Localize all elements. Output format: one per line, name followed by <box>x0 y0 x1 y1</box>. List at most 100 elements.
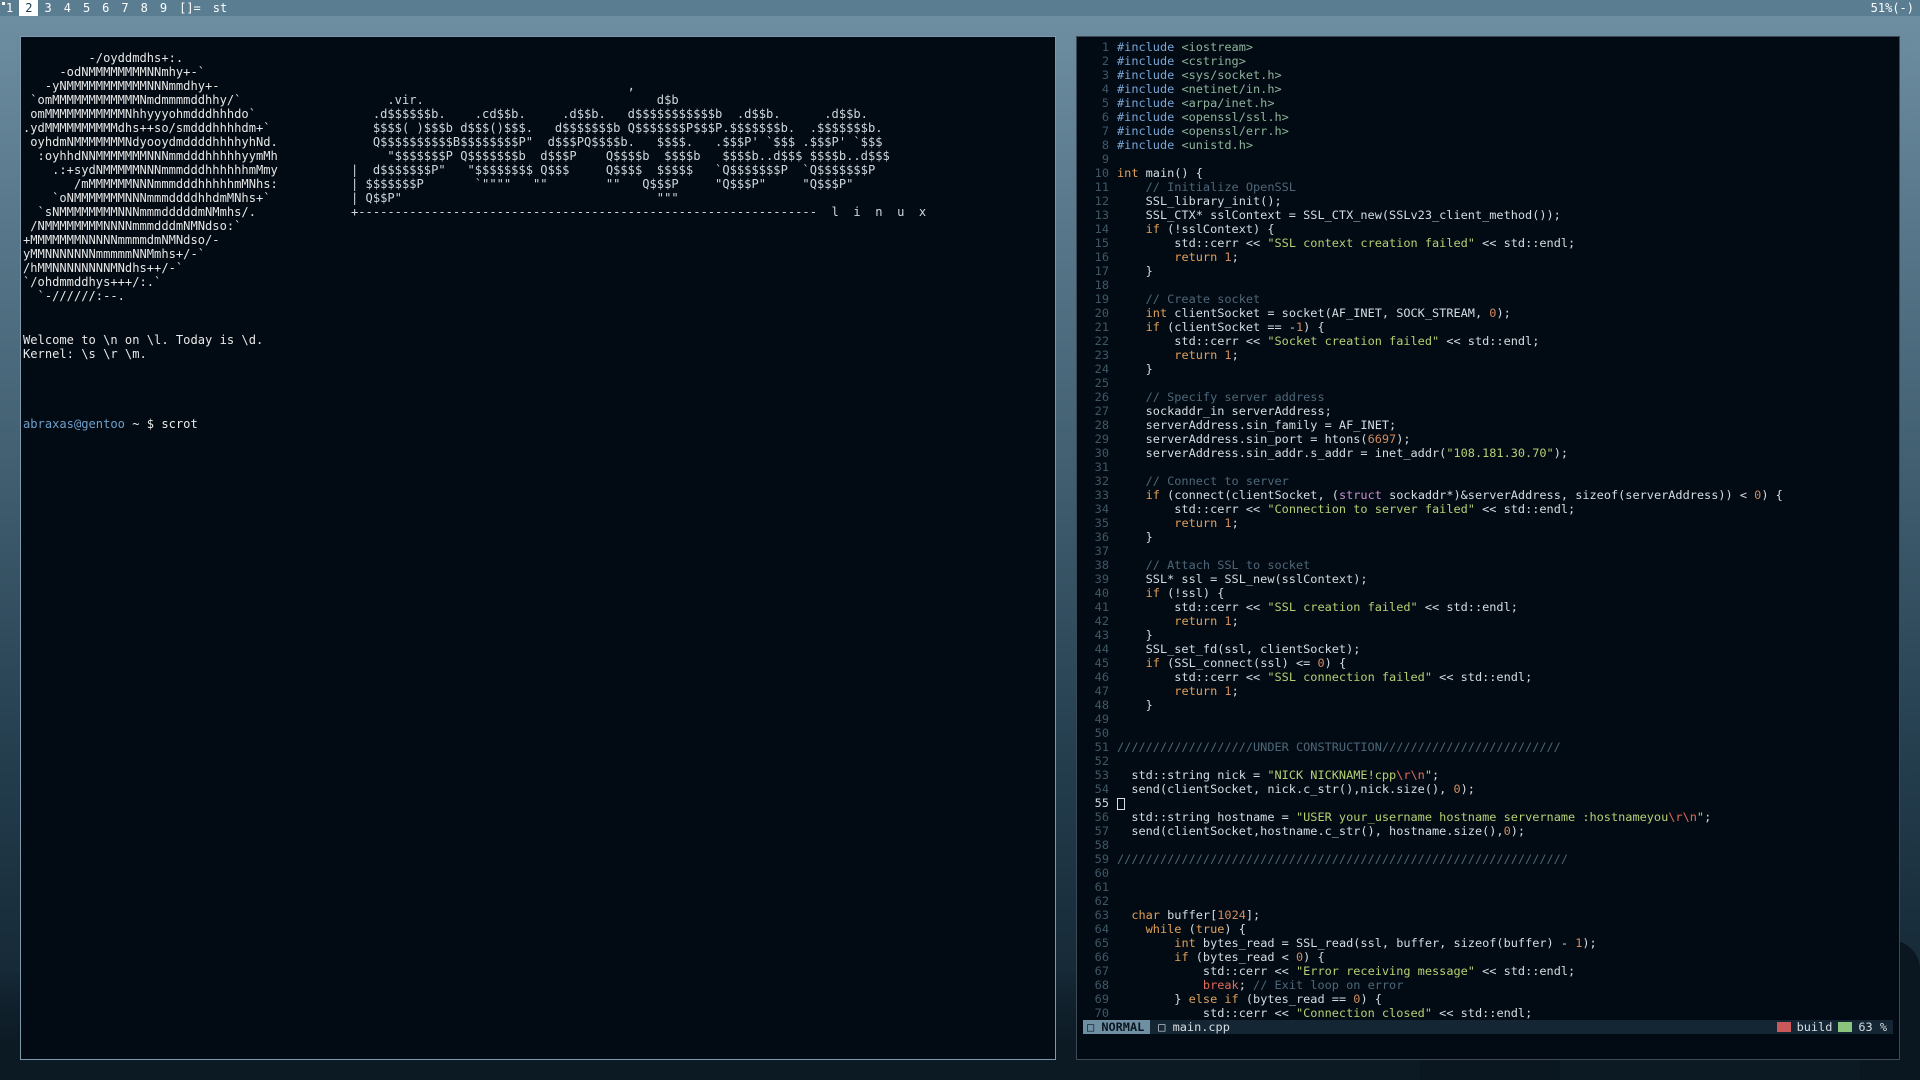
tag-1[interactable]: 1 <box>0 0 19 16</box>
code-line[interactable]: 20 int clientSocket = socket(AF_INET, SO… <box>1077 306 1900 320</box>
code-line[interactable]: 9 <box>1077 152 1900 166</box>
code-line[interactable]: 26 // Specify server address <box>1077 390 1900 404</box>
code-line[interactable]: 49 <box>1077 712 1900 726</box>
code-line[interactable]: 16 return 1; <box>1077 250 1900 264</box>
code-line[interactable]: 66 if (bytes_read < 0) { <box>1077 950 1900 964</box>
code-line[interactable]: 24 } <box>1077 362 1900 376</box>
code-line[interactable]: 7#include <openssl/err.h> <box>1077 124 1900 138</box>
code-line[interactable]: 15 std::cerr << "SSL context creation fa… <box>1077 236 1900 250</box>
code-line[interactable]: 30 serverAddress.sin_addr.s_addr = inet_… <box>1077 446 1900 460</box>
code-line[interactable]: 50 <box>1077 726 1900 740</box>
code-line[interactable]: 63 char buffer[1024]; <box>1077 908 1900 922</box>
code-line[interactable]: 3#include <sys/socket.h> <box>1077 68 1900 82</box>
code-line[interactable]: 58 <box>1077 838 1900 852</box>
code-line[interactable]: 28 serverAddress.sin_family = AF_INET; <box>1077 418 1900 432</box>
code-line[interactable]: 11 // Initialize OpenSSL <box>1077 180 1900 194</box>
code-line[interactable]: 31 <box>1077 460 1900 474</box>
code-token: 6697 <box>1368 432 1397 446</box>
code-line[interactable]: 13 SSL_CTX* sslContext = SSL_CTX_new(SSL… <box>1077 208 1900 222</box>
code-line[interactable]: 32 // Connect to server <box>1077 474 1900 488</box>
logo-line: omMMMMMMMMMMMNhhyyyohmdddhhhdo` <box>23 107 256 121</box>
code-token <box>1117 950 1174 964</box>
code-line[interactable]: 51///////////////////UNDER CONSTRUCTION/… <box>1077 740 1900 754</box>
tag-3[interactable]: 3 <box>38 0 57 16</box>
code-line[interactable]: 33 if (connect(clientSocket, (struct soc… <box>1077 488 1900 502</box>
code-line[interactable]: 42 return 1; <box>1077 614 1900 628</box>
code-line[interactable]: 35 return 1; <box>1077 516 1900 530</box>
code-line[interactable]: 18 <box>1077 278 1900 292</box>
code-token: send(clientSocket,hostname.c_str(), host… <box>1117 824 1504 838</box>
code-token: <arpa/inet.h> <box>1181 96 1274 110</box>
code-line[interactable]: 53 std::string nick = "NICK NICKNAME!cpp… <box>1077 768 1900 782</box>
code-line[interactable]: 55 <box>1077 796 1900 810</box>
code-line[interactable]: 17 } <box>1077 264 1900 278</box>
code-line[interactable]: 41 std::cerr << "SSL creation failed" <<… <box>1077 600 1900 614</box>
code-line[interactable]: 40 if (!ssl) { <box>1077 586 1900 600</box>
line-number: 5 <box>1077 96 1117 110</box>
code-line[interactable]: 21 if (clientSocket == -1) { <box>1077 320 1900 334</box>
code-line[interactable]: 56 std::string hostname = "USER your_use… <box>1077 810 1900 824</box>
code-line[interactable]: 34 std::cerr << "Connection to server fa… <box>1077 502 1900 516</box>
code-line[interactable]: 19 // Create socket <box>1077 292 1900 306</box>
code-line[interactable]: 43 } <box>1077 628 1900 642</box>
code-line[interactable]: 44 SSL_set_fd(ssl, clientSocket); <box>1077 642 1900 656</box>
line-number: 64 <box>1077 922 1117 936</box>
tag-4[interactable]: 4 <box>58 0 77 16</box>
code-line[interactable]: 37 <box>1077 544 1900 558</box>
code-line[interactable]: 47 return 1; <box>1077 684 1900 698</box>
code-line[interactable]: 8#include <unistd.h> <box>1077 138 1900 152</box>
line-number: 56 <box>1077 810 1117 824</box>
code-token: ; <box>1232 614 1239 628</box>
shell-prompt[interactable]: abraxas@gentoo ~ $ scrot <box>23 417 198 431</box>
code-token: if <box>1146 222 1160 236</box>
code-line[interactable]: 52 <box>1077 754 1900 768</box>
editor-window[interactable]: 1#include <iostream>2#include <cstring>3… <box>1076 36 1900 1060</box>
code-line[interactable]: 61 <box>1077 880 1900 894</box>
code-line[interactable]: 60 <box>1077 866 1900 880</box>
logo-line: /NMMMMMMMMNNNNmmmdddmNMNdso:` <box>23 219 241 233</box>
code-line[interactable]: 70 std::cerr << "Connection closed" << s… <box>1077 1006 1900 1020</box>
layout-indicator[interactable]: []= <box>173 0 207 16</box>
tag-7[interactable]: 7 <box>115 0 134 16</box>
code-line[interactable]: 1#include <iostream> <box>1077 40 1900 54</box>
code-line[interactable]: 5#include <arpa/inet.h> <box>1077 96 1900 110</box>
file-name: □ main.cpp <box>1150 1020 1230 1034</box>
code-line[interactable]: 67 std::cerr << "Error receiving message… <box>1077 964 1900 978</box>
code-line[interactable]: 25 <box>1077 376 1900 390</box>
tag-6[interactable]: 6 <box>96 0 115 16</box>
code-line[interactable]: 4#include <netinet/in.h> <box>1077 82 1900 96</box>
code-line[interactable]: 57 send(clientSocket,hostname.c_str(), h… <box>1077 824 1900 838</box>
code-view[interactable]: 1#include <iostream>2#include <cstring>3… <box>1077 40 1900 1020</box>
code-line[interactable]: 36 } <box>1077 530 1900 544</box>
terminal-window[interactable]: -/oyddmdhs+:. -odNMMMMMMMMNNmhy+-` -yNMM… <box>20 36 1056 1060</box>
code-line[interactable]: 38 // Attach SSL to socket <box>1077 558 1900 572</box>
code-line[interactable]: 69 } else if (bytes_read == 0) { <box>1077 992 1900 1006</box>
code-line[interactable]: 39 SSL* ssl = SSL_new(sslContext); <box>1077 572 1900 586</box>
code-line[interactable]: 29 serverAddress.sin_port = htons(6697); <box>1077 432 1900 446</box>
code-line[interactable]: 14 if (!sslContext) { <box>1077 222 1900 236</box>
code-line[interactable]: 54 send(clientSocket, nick.c_str(),nick.… <box>1077 782 1900 796</box>
code-line[interactable]: 22 std::cerr << "Socket creation failed"… <box>1077 334 1900 348</box>
code-token: ); <box>1511 824 1525 838</box>
code-line[interactable]: 23 return 1; <box>1077 348 1900 362</box>
code-line[interactable]: 2#include <cstring> <box>1077 54 1900 68</box>
code-line[interactable]: 27 sockaddr_in serverAddress; <box>1077 404 1900 418</box>
code-line[interactable]: 64 while (true) { <box>1077 922 1900 936</box>
code-line[interactable]: 6#include <openssl/ssl.h> <box>1077 110 1900 124</box>
code-line[interactable]: 48 } <box>1077 698 1900 712</box>
code-token: "SSL connection failed" <box>1267 670 1432 684</box>
code-token: "Connection closed" <box>1296 1006 1432 1020</box>
code-line[interactable]: 12 SSL_library_init(); <box>1077 194 1900 208</box>
code-line[interactable]: 62 <box>1077 894 1900 908</box>
code-line[interactable]: 10int main() { <box>1077 166 1900 180</box>
code-line[interactable]: 65 int bytes_read = SSL_read(ssl, buffer… <box>1077 936 1900 950</box>
code-line[interactable]: 46 std::cerr << "SSL connection failed" … <box>1077 670 1900 684</box>
code-line[interactable]: 59//////////////////////////////////////… <box>1077 852 1900 866</box>
tag-8[interactable]: 8 <box>135 0 154 16</box>
tag-9[interactable]: 9 <box>154 0 173 16</box>
code-line[interactable]: 45 if (SSL_connect(ssl) <= 0) { <box>1077 656 1900 670</box>
code-token: 1 <box>1224 250 1231 264</box>
tag-5[interactable]: 5 <box>77 0 96 16</box>
code-line[interactable]: 68 break; // Exit loop on error <box>1077 978 1900 992</box>
tag-2[interactable]: 2 <box>19 0 38 16</box>
